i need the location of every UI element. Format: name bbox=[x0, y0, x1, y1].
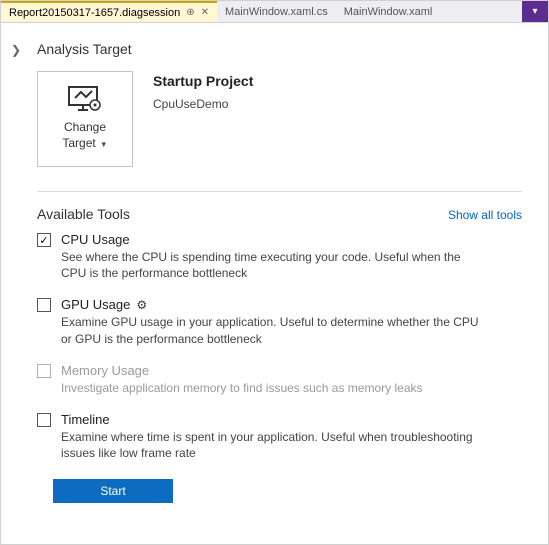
tool-name: CPU Usage bbox=[61, 232, 522, 247]
tool-desc: See where the CPU is spending time execu… bbox=[61, 249, 481, 281]
gear-icon[interactable]: ⚙ bbox=[136, 298, 147, 312]
tab-label: MainWindow.xaml bbox=[344, 6, 433, 18]
tool-desc: Investigate application memory to find i… bbox=[61, 380, 481, 396]
show-all-tools-link[interactable]: Show all tools bbox=[448, 208, 522, 222]
tab-mainwindow-xaml[interactable]: MainWindow.xaml bbox=[336, 1, 441, 22]
tool-name-text: GPU Usage bbox=[61, 297, 130, 312]
change-target-button[interactable]: Change Target▼ bbox=[37, 71, 133, 167]
tab-diagsession[interactable]: Report20150317-1657.diagsession ⊕ ✕ bbox=[1, 1, 217, 22]
tool-memory-usage: Memory Usage Investigate application mem… bbox=[37, 363, 522, 396]
tab-label: Report20150317-1657.diagsession bbox=[9, 7, 180, 19]
tool-cpu-usage: ✓ CPU Usage See where the CPU is spendin… bbox=[37, 232, 522, 281]
tab-label: MainWindow.xaml.cs bbox=[225, 6, 328, 18]
available-tools-title: Available Tools bbox=[37, 206, 130, 222]
tool-timeline: Timeline Examine where time is spent in … bbox=[37, 412, 522, 461]
checkbox-memory-usage bbox=[37, 364, 51, 378]
tool-name: Memory Usage bbox=[61, 363, 522, 378]
startup-project-name: CpuUseDemo bbox=[153, 97, 253, 111]
chevron-down-icon: ▼ bbox=[100, 140, 108, 149]
checkbox-gpu-usage[interactable] bbox=[37, 298, 51, 312]
tool-gpu-usage: GPU Usage ⚙ Examine GPU usage in your ap… bbox=[37, 297, 522, 346]
startup-project-title: Startup Project bbox=[153, 73, 253, 89]
pin-icon[interactable]: ⊕ bbox=[186, 7, 194, 18]
checkbox-cpu-usage[interactable]: ✓ bbox=[37, 233, 51, 247]
analysis-target-title: Analysis Target bbox=[37, 41, 522, 57]
tab-mainwindow-cs[interactable]: MainWindow.xaml.cs bbox=[217, 1, 336, 22]
checkbox-timeline[interactable] bbox=[37, 413, 51, 427]
tool-list: ✓ CPU Usage See where the CPU is spendin… bbox=[37, 232, 522, 461]
tool-name: Timeline bbox=[61, 412, 522, 427]
tab-bar: Report20150317-1657.diagsession ⊕ ✕ Main… bbox=[1, 1, 548, 23]
page-content: ❯ Analysis Target Change Target▼ bbox=[1, 23, 548, 515]
divider bbox=[37, 191, 522, 192]
expand-chevron-icon[interactable]: ❯ bbox=[9, 43, 23, 57]
tab-overflow-button[interactable]: ▾ bbox=[522, 1, 548, 22]
target-info: Startup Project CpuUseDemo bbox=[153, 73, 253, 167]
start-button[interactable]: Start bbox=[53, 479, 173, 503]
close-icon[interactable]: ✕ bbox=[201, 7, 209, 18]
tool-desc: Examine where time is spent in your appl… bbox=[61, 429, 481, 461]
monitor-gear-icon bbox=[68, 86, 102, 114]
tool-desc: Examine GPU usage in your application. U… bbox=[61, 314, 481, 346]
tool-name: GPU Usage ⚙ bbox=[61, 297, 522, 312]
